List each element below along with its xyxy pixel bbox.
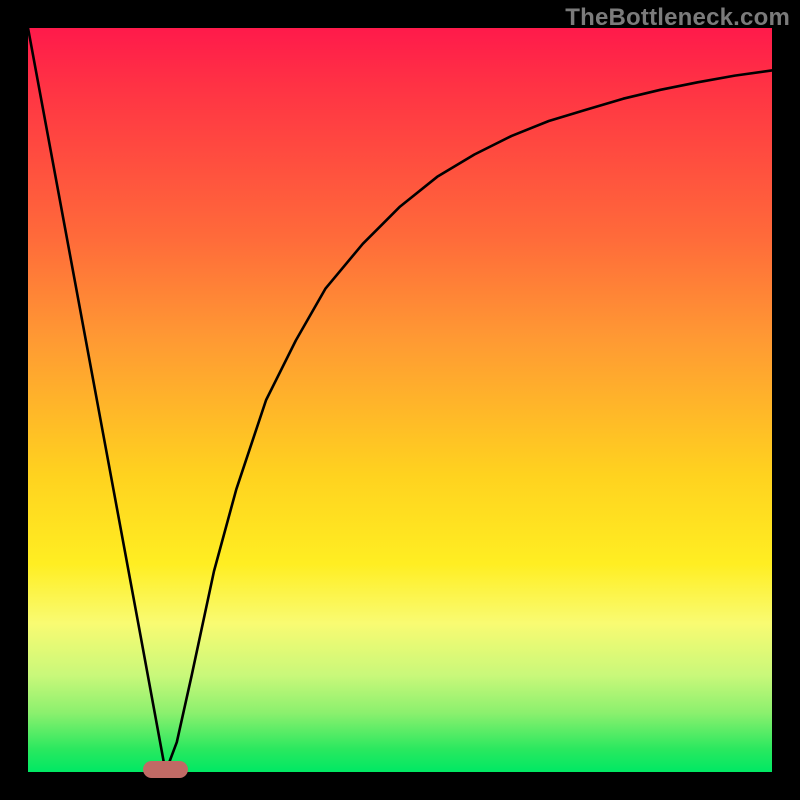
watermark-text: TheBottleneck.com xyxy=(565,4,790,32)
bottleneck-curve xyxy=(28,28,772,772)
chart-frame: TheBottleneck.com xyxy=(0,0,800,800)
optimum-marker xyxy=(143,761,188,778)
curve-path xyxy=(28,28,772,772)
chart-plot-area xyxy=(28,28,772,772)
